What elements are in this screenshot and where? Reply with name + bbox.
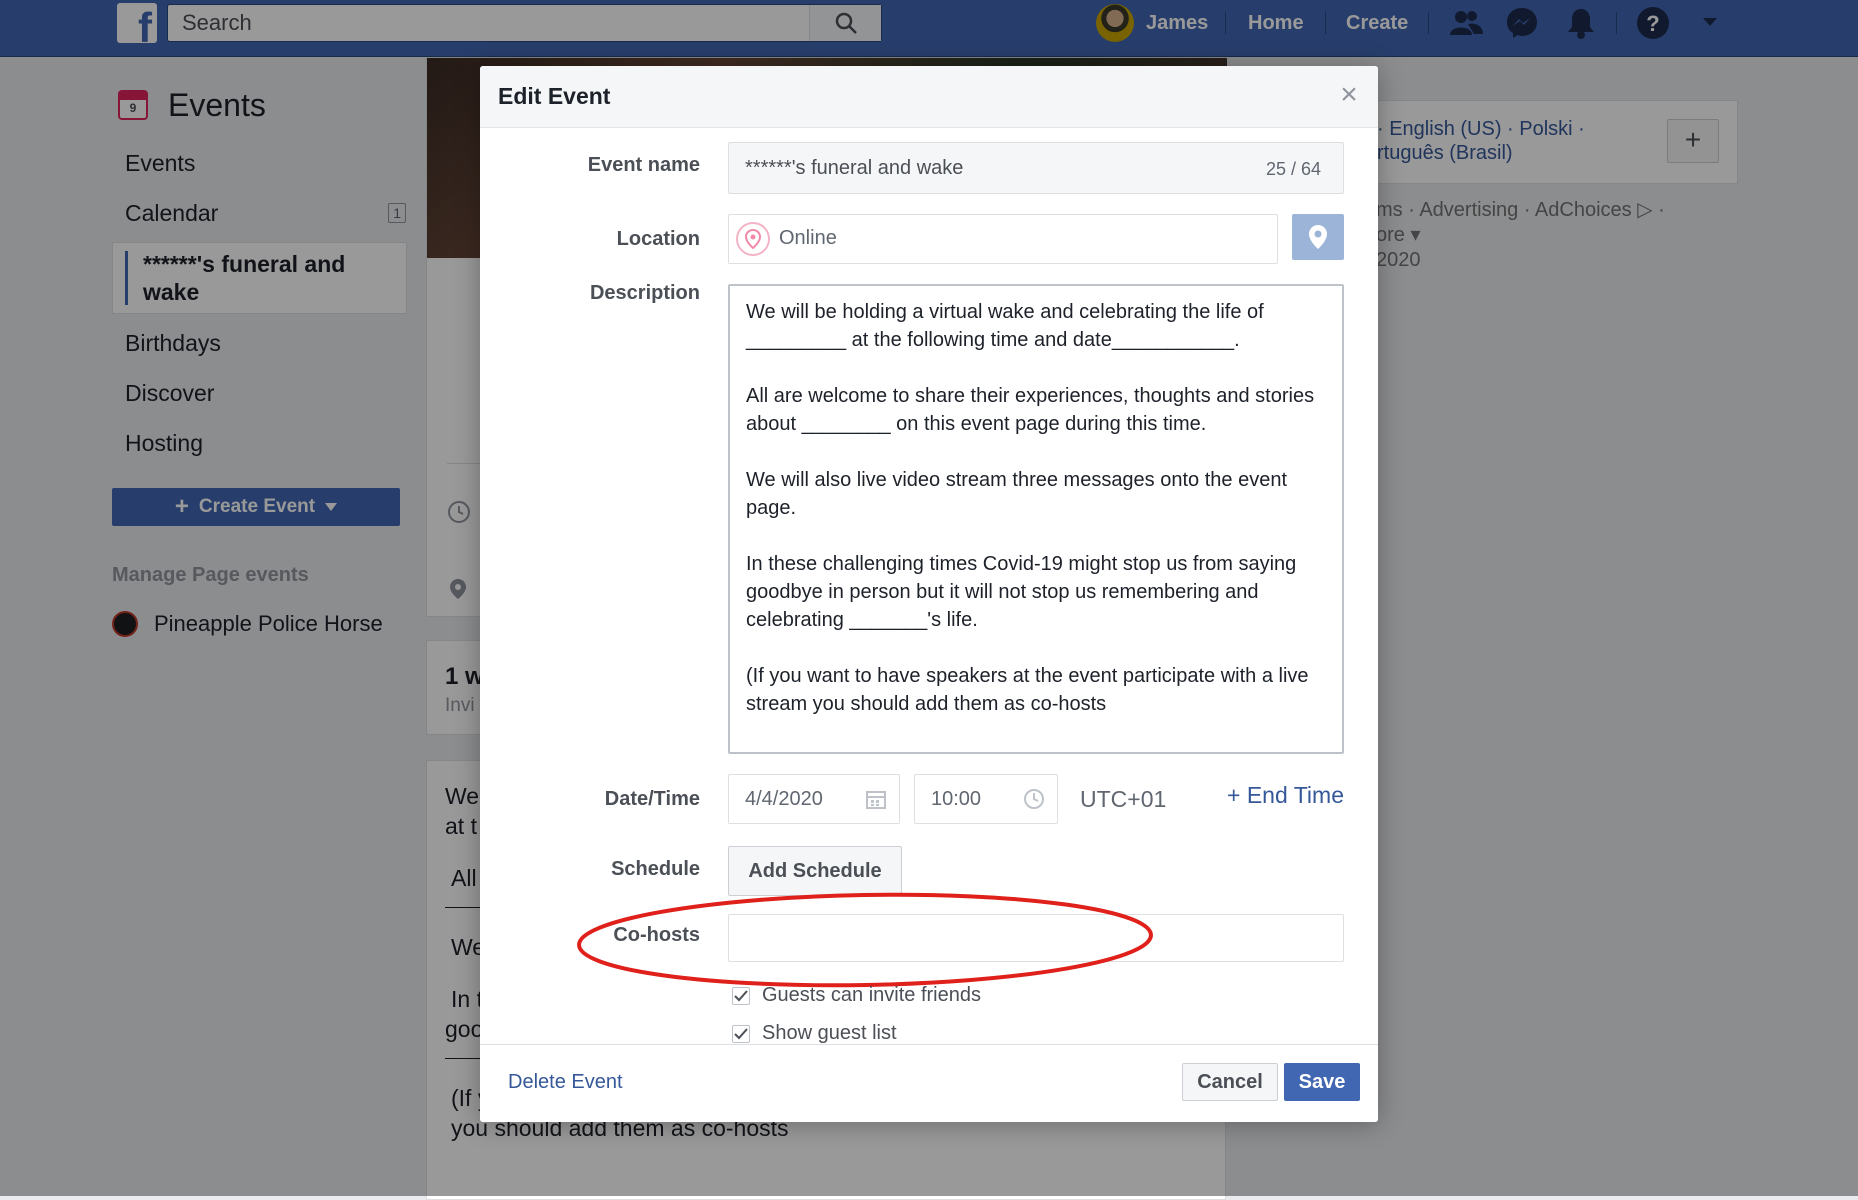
dialog-footer: Delete Event Cancel Save [480,1044,1378,1122]
show-guest-list-row[interactable]: Show guest list [732,1022,897,1045]
time-picker-field[interactable]: 10:00 [914,774,1058,824]
description-label: Description [589,282,700,304]
dialog-header: Edit Event × [480,66,1378,128]
description-paragraph: We will also live video stream three mes… [746,469,1288,519]
checkbox-label: Guests can invite friends [762,984,981,1006]
close-icon[interactable]: × [1334,80,1364,110]
checkmark-icon [734,1027,748,1039]
description-paragraph: In these challenging times Covid-19 migh… [746,553,1297,631]
cohosts-field[interactable] [728,914,1344,962]
schedule-label: Schedule [611,858,700,880]
description-paragraph: (If you want to have speakers at the eve… [746,665,1309,715]
event-name-field[interactable]: ******'s funeral and wake 25 / 64 [728,142,1344,194]
description-paragraph: All are welcome to share their experienc… [746,385,1315,435]
guests-can-invite-checkbox[interactable] [732,986,750,1005]
description-paragraph: We will be holding a virtual wake and ce… [746,301,1264,351]
delete-event-link[interactable]: Delete Event [508,1071,623,1094]
dialog-title: Edit Event [498,83,611,109]
add-end-time-link[interactable]: + End Time [1227,782,1344,809]
event-name-value: ******'s funeral and wake [745,157,964,179]
datetime-label: Date/Time [604,788,700,810]
edit-event-dialog: Edit Event × Event name ******'s funeral… [480,66,1378,1122]
location-field[interactable]: Online [728,214,1278,264]
time-value: 10:00 [931,788,982,810]
clock-icon [1024,789,1044,809]
location-label: Location [616,228,700,250]
date-picker-field[interactable]: 4/4/2020 [728,774,900,824]
guests-can-invite-row[interactable]: Guests can invite friends [732,984,981,1007]
cohosts-label: Co-hosts [613,924,700,946]
checkbox-label: Show guest list [762,1022,897,1044]
description-textarea[interactable]: We will be holding a virtual wake and ce… [728,284,1344,754]
map-pin-icon [1309,225,1327,249]
cancel-button[interactable]: Cancel [1182,1063,1278,1101]
location-pin-icon [736,222,770,256]
map-pin-button[interactable] [1292,214,1344,260]
save-button[interactable]: Save [1284,1063,1360,1101]
calendar-icon [866,791,886,809]
event-name-label: Event name [587,154,700,176]
cohosts-input[interactable] [729,915,1343,961]
add-schedule-button[interactable]: Add Schedule [728,846,902,896]
show-guest-list-checkbox[interactable] [732,1024,750,1043]
timezone-label: UTC+01 [1080,786,1167,812]
character-counter: 25 / 64 [1265,159,1321,179]
checkmark-icon [734,989,748,1001]
date-value: 4/4/2020 [745,788,823,810]
location-value: Online [779,227,837,249]
